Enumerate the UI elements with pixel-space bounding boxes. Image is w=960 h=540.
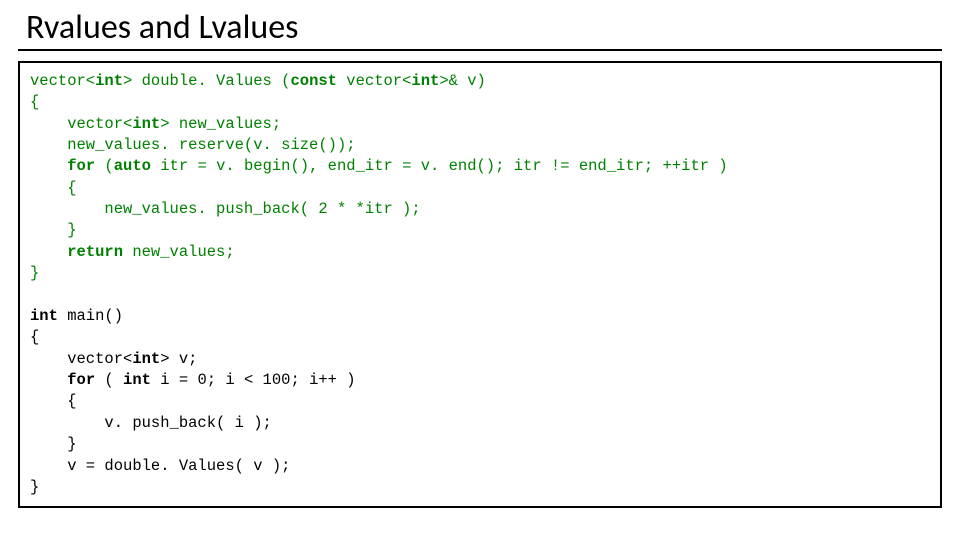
code-line: vector<int> double. Values (const vector… — [30, 72, 486, 90]
code-line: v = double. Values( v ); — [30, 457, 290, 475]
slide-title: Rvalues and Lvalues — [18, 8, 942, 51]
code-block: vector<int> double. Values (const vector… — [18, 61, 942, 509]
slide: Rvalues and Lvalues vector<int> double. … — [0, 0, 960, 540]
code-line: vector<int> new_values; — [30, 115, 281, 133]
code-line: vector<int> v; — [30, 350, 197, 368]
code-line: return new_values; — [30, 243, 235, 261]
code-line: { — [30, 179, 77, 197]
code-line: int — [30, 307, 58, 325]
code-line: } — [30, 478, 39, 496]
code-line: for ( int i = 0; i < 100; i++ ) — [30, 371, 356, 389]
code-line: { — [30, 93, 39, 111]
code-line: new_values. push_back( 2 * *itr ); — [30, 200, 421, 218]
code-line: new_values. reserve(v. size()); — [30, 136, 356, 154]
code-line: for (auto itr = v. begin(), end_itr = v.… — [30, 157, 728, 175]
code-line: } — [30, 264, 39, 282]
code-line: v. push_back( i ); — [30, 414, 272, 432]
code-line: { — [30, 392, 77, 410]
code-line — [30, 286, 39, 304]
code-line: { — [30, 328, 39, 346]
code-line: } — [30, 435, 77, 453]
code-line: } — [30, 221, 77, 239]
